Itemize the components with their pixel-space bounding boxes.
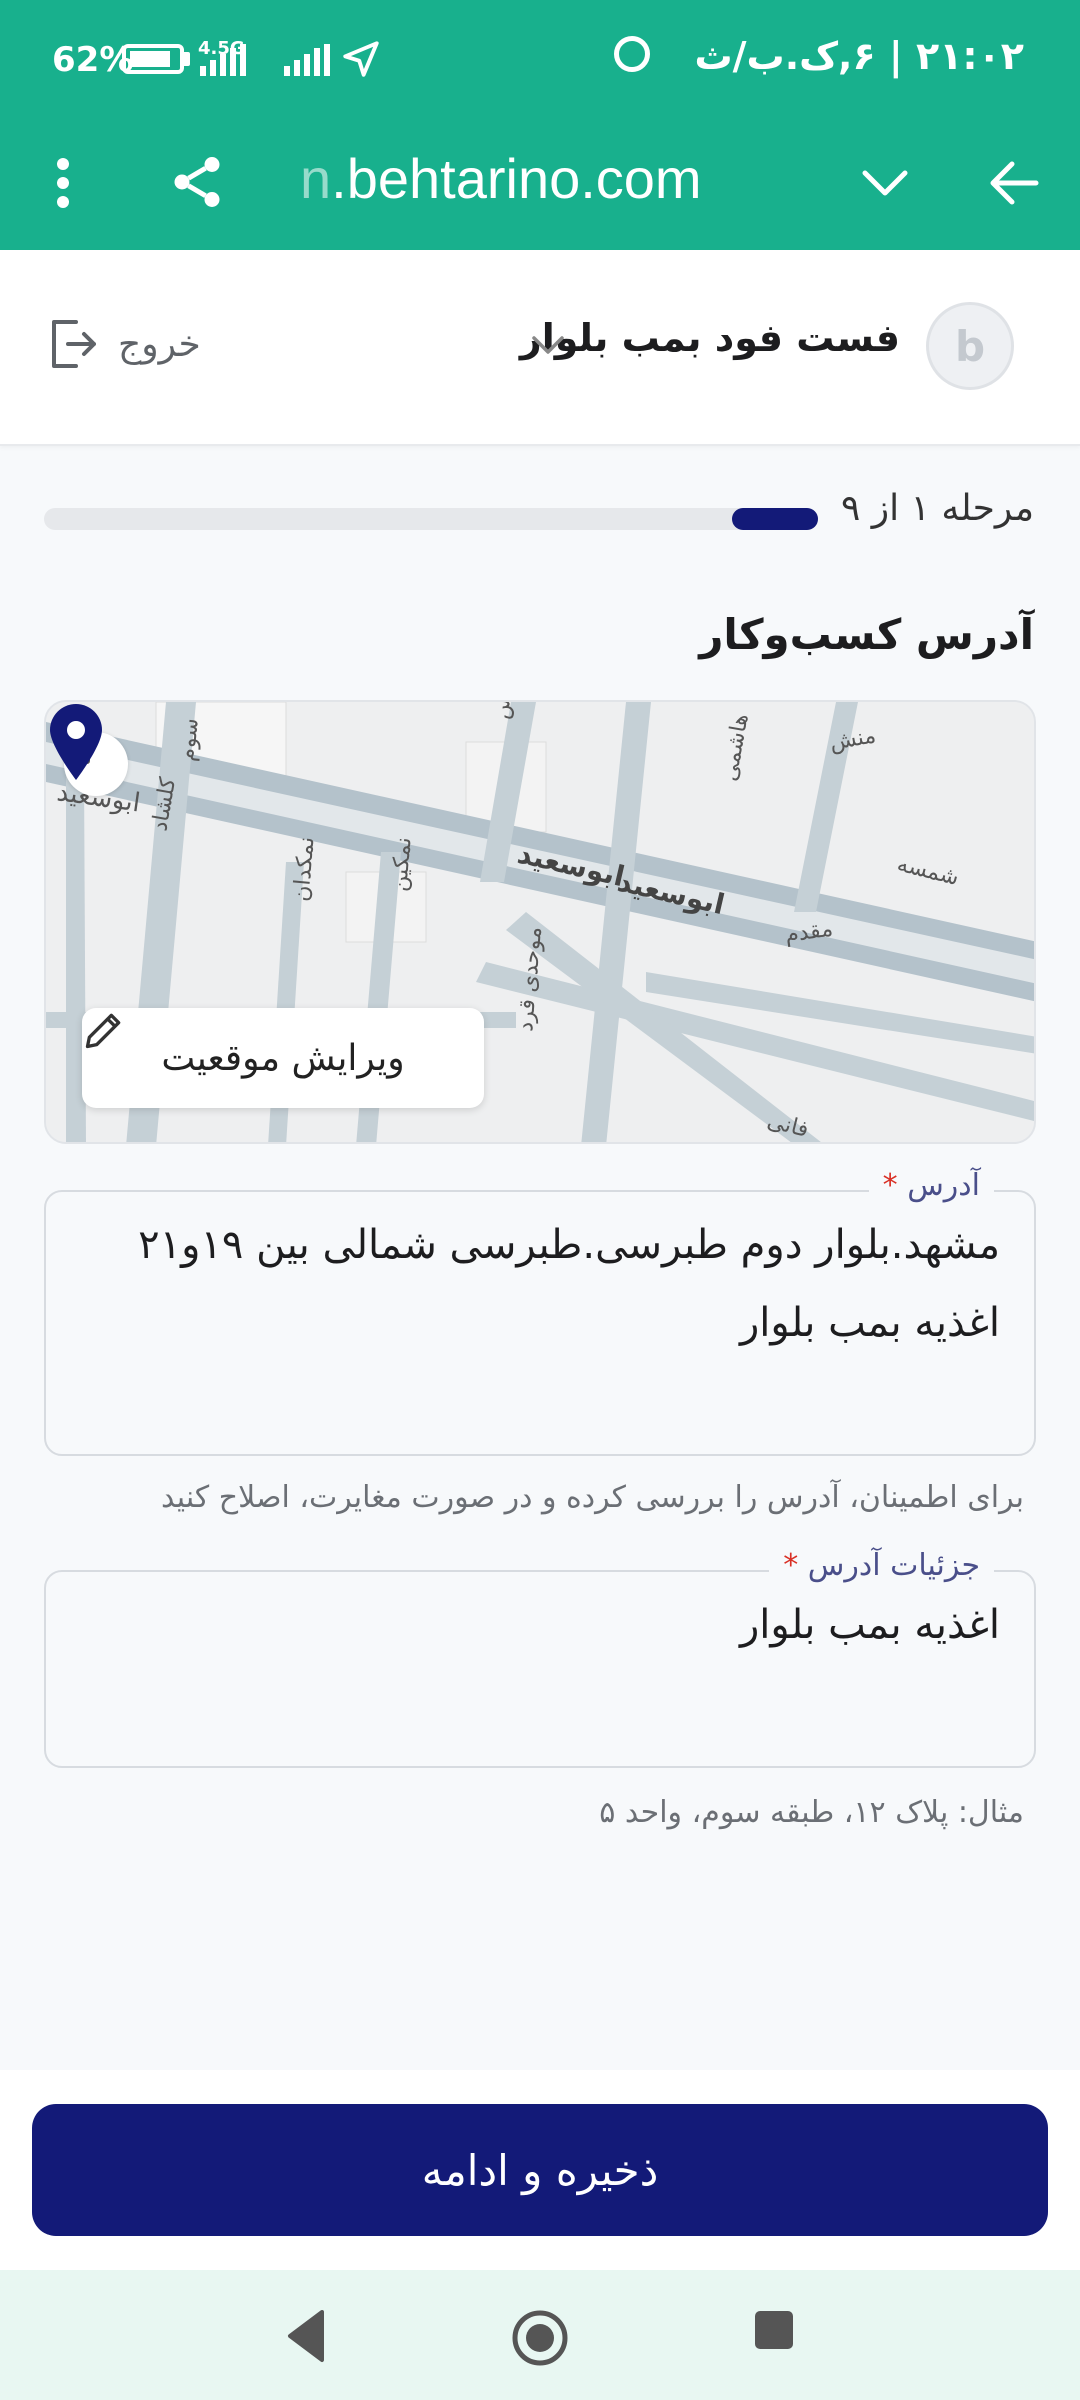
logout-label: خروج (118, 323, 201, 365)
browser-toolbar: n.behtarino.com (0, 118, 1080, 250)
app-header: b فست فود بمب بلوار خروج (0, 250, 1080, 446)
location-arrow-icon (343, 41, 379, 77)
required-mark: * (783, 1548, 799, 1583)
svg-text:نمکین: نمکین (387, 836, 417, 892)
address-helper: برای اطمینان، آدرس را بررسی کرده و در صو… (161, 1480, 1024, 1515)
status-time: ۲۱:۰۲ | ۶,ک.ب/ث (694, 34, 1024, 78)
battery-tip (184, 52, 190, 66)
back-arrow-icon[interactable] (976, 148, 1052, 218)
chevron-down-icon[interactable] (530, 334, 566, 356)
address-field[interactable]: آدرس * مشهد.بلوار دوم طبرسی.طبرسی شمالی … (44, 1168, 1036, 1456)
logout-button[interactable]: خروج (48, 318, 201, 370)
share-icon[interactable] (162, 142, 232, 222)
url-bar[interactable]: n.behtarino.com (300, 146, 702, 211)
url-prefix: n (300, 147, 332, 210)
required-mark: * (882, 1168, 898, 1203)
address-details-label: جزئیات آدرس * (769, 1548, 994, 1583)
nav-home-icon[interactable] (510, 2308, 570, 2368)
address-label: آدرس * (868, 1168, 994, 1203)
signal-icon-2 (284, 44, 330, 76)
signal-icon (200, 44, 246, 76)
business-logo: b (926, 302, 1014, 390)
edit-location-label: ویرایش موقعیت (161, 1037, 405, 1079)
logout-icon (52, 320, 96, 368)
svg-text:سوم: سوم (175, 717, 204, 762)
alarm-icon (614, 36, 650, 72)
progress-bar (44, 508, 818, 530)
more-vert-icon[interactable] (28, 148, 98, 218)
pencil-icon (85, 1013, 121, 1049)
map-pin-icon (50, 704, 102, 780)
location-map[interactable]: ابوسعید ابوسعید ابوسعید منش شمسه مقدم فا… (44, 700, 1036, 1144)
save-continue-button[interactable]: ذخیره و ادامه (32, 2104, 1048, 2236)
logo-letter: b (954, 321, 986, 371)
address-details-helper: مثال: پلاک ۱۲، طبقه سوم، واحد ۵ (599, 1795, 1024, 1830)
edit-location-button[interactable]: ویرایش موقعیت (82, 1008, 484, 1108)
section-title: آدرس کسب‌وکار (699, 610, 1034, 659)
progress-fill (732, 508, 818, 530)
address-details-input[interactable]: اغذیه بمب بلوار (46, 1572, 1034, 1766)
address-details-field[interactable]: جزئیات آدرس * اغذیه بمب بلوار (44, 1548, 1036, 1768)
bottom-action-panel: ذخیره و ادامه (0, 2070, 1080, 2270)
system-nav-bar (0, 2270, 1080, 2400)
address-label-text: آدرس (907, 1168, 980, 1203)
url-text: .behtarino.com (331, 147, 702, 210)
business-selector[interactable]: فست فود بمب بلوار (520, 316, 900, 360)
address-details-label-text: جزئیات آدرس (807, 1548, 980, 1583)
chevron-down-icon[interactable] (850, 148, 920, 218)
step-label: مرحله ۱ از ۹ (840, 488, 1034, 529)
battery-icon (122, 44, 184, 74)
status-bar: ۲۱:۰۲ | ۶,ک.ب/ث 62% 4.5G (0, 0, 1080, 118)
nav-recents-icon[interactable] (752, 2308, 796, 2352)
address-input[interactable]: مشهد.بلوار دوم طبرسی.طبرسی شمالی بین ۱۹و… (46, 1192, 1034, 1454)
nav-back-icon[interactable] (284, 2308, 328, 2364)
